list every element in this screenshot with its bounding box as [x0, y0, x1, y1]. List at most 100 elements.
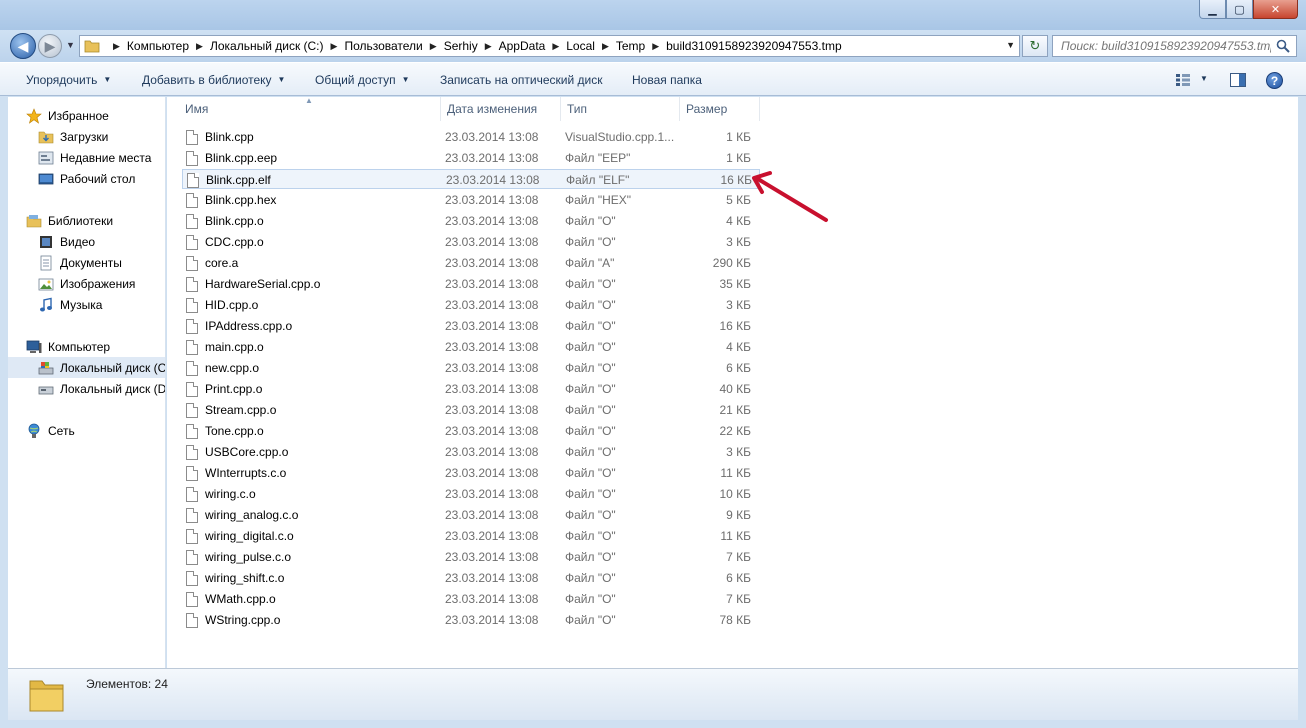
file-name: wiring_digital.c.o [205, 529, 294, 543]
file-row[interactable]: wiring_analog.c.o 23.03.2014 13:08 Файл "O… [182, 505, 760, 525]
file-name-cell: Print.cpp.o [186, 379, 436, 399]
breadcrumb-item[interactable]: Компьютер [127, 39, 189, 53]
minimize-button[interactable]: ▁ [1199, 0, 1226, 19]
file-row[interactable]: WString.cpp.o 23.03.2014 13:08 Файл "O" 78 … [182, 610, 760, 630]
file-size: 21 КБ [719, 403, 751, 417]
address-dropdown-icon[interactable]: ▼ [1006, 40, 1015, 50]
file-row[interactable]: wiring.c.o 23.03.2014 13:08 Файл "O" 10 КБ [182, 484, 760, 504]
file-name: wiring_pulse.c.o [205, 550, 292, 564]
file-date: 23.03.2014 13:08 [445, 361, 539, 375]
burn-button[interactable]: Записать на оптический диск [440, 63, 603, 96]
organize-button[interactable]: Упорядочить ▼ [26, 63, 111, 96]
breadcrumb-chevron-icon[interactable]: ▶ [196, 41, 203, 52]
file-row[interactable]: USBCore.cpp.o 23.03.2014 13:08 Файл "O" 3 К… [182, 442, 760, 462]
sidebar-item-recent-places[interactable]: Недавние места [8, 147, 165, 168]
file-row[interactable]: HID.cpp.o 23.03.2014 13:08 Файл "O" 3 КБ [182, 295, 760, 315]
file-row[interactable]: new.cpp.o 23.03.2014 13:08 Файл "O" 6 КБ [182, 358, 760, 378]
sidebar-item-documents[interactable]: Документы [8, 252, 165, 273]
sidebar-item-desktop[interactable]: Рабочий стол [8, 168, 165, 189]
breadcrumb-chevron-icon[interactable]: ▶ [113, 41, 120, 52]
file-name: wiring_shift.c.o [205, 571, 285, 585]
file-row[interactable]: IPAddress.cpp.o 23.03.2014 13:08 Файл "O" 1… [182, 316, 760, 336]
sidebar-item-pictures[interactable]: Изображения [8, 273, 165, 294]
sidebar-item-music[interactable]: Музыка [8, 294, 165, 315]
address-bar[interactable]: ▶ Компьютер ▶ Локальный диск (C:) ▶ Пользова… [79, 35, 1020, 57]
breadcrumb-item[interactable]: AppData [499, 39, 546, 53]
breadcrumb-item[interactable]: Пользователи [344, 39, 422, 53]
file-row[interactable]: Print.cpp.o 23.03.2014 13:08 Файл "O" 40 КБ [182, 379, 760, 399]
forward-button[interactable]: ▶ [38, 34, 62, 58]
preview-pane-icon[interactable] [1230, 73, 1246, 87]
computer-icon [26, 340, 42, 353]
file-row[interactable]: CDC.cpp.o 23.03.2014 13:08 Файл "O" 3 КБ [182, 232, 760, 252]
column-header-size[interactable]: Размер [680, 97, 760, 121]
breadcrumb-chevron-icon[interactable]: ▶ [485, 41, 492, 52]
file-date: 23.03.2014 13:08 [445, 382, 539, 396]
column-header-type[interactable]: Тип [561, 97, 680, 121]
sidebar-group-favorites[interactable]: Избранное [8, 105, 165, 126]
add-to-library-button[interactable]: Добавить в библиотеку ▼ [142, 63, 285, 96]
breadcrumb-chevron-icon[interactable]: ▶ [331, 41, 338, 52]
breadcrumb-chevron-icon[interactable]: ▶ [602, 41, 609, 52]
breadcrumb-chevron-icon[interactable]: ▶ [430, 41, 437, 52]
sidebar-group-network[interactable]: Сеть [8, 420, 165, 441]
help-icon[interactable]: ? [1266, 72, 1283, 89]
sidebar-item-label: Недавние места [60, 150, 152, 165]
downloads-folder-icon [38, 131, 54, 143]
file-date: 23.03.2014 13:08 [445, 508, 539, 522]
file-row[interactable]: wiring_digital.c.o 23.03.2014 13:08 Файл "… [182, 526, 760, 546]
sidebar-item-video[interactable]: Видео [8, 231, 165, 252]
share-label: Общий доступ [315, 72, 396, 87]
maximize-button[interactable]: ▢ [1226, 0, 1253, 19]
file-row[interactable]: main.cpp.o 23.03.2014 13:08 Файл "O" 4 КБ [182, 337, 760, 357]
file-icon [186, 591, 198, 607]
file-row[interactable]: Stream.cpp.o 23.03.2014 13:08 Файл "O" 21 К… [182, 400, 760, 420]
file-row[interactable]: Blink.cpp.hex 23.03.2014 13:08 Файл "HEX" 5… [182, 190, 760, 210]
sidebar-item-local-disk-d[interactable]: Локальный диск (D [8, 378, 165, 399]
burn-label: Записать на оптический диск [440, 72, 603, 87]
file-row[interactable]: Blink.cpp.elf 23.03.2014 13:08 Файл "ELF" 1… [182, 169, 760, 189]
file-row[interactable]: wiring_pulse.c.o 23.03.2014 13:08 Файл "O"… [182, 547, 760, 567]
file-row[interactable]: core.a 23.03.2014 13:08 Файл "A" 290 КБ [182, 253, 760, 273]
sidebar-item-local-disk-c[interactable]: Локальный диск (C [8, 357, 165, 378]
breadcrumb-chevron-icon[interactable]: ▶ [652, 41, 659, 52]
star-icon [26, 107, 42, 124]
breadcrumb-item[interactable]: Serhiy [444, 39, 478, 53]
recent-pages-chevron-icon[interactable]: ▼ [66, 40, 75, 50]
file-date: 23.03.2014 13:08 [445, 319, 539, 333]
view-options-icon[interactable] [1175, 73, 1191, 87]
file-row[interactable]: Blink.cpp.o 23.03.2014 13:08 Файл "O" 4 КБ [182, 211, 760, 231]
breadcrumb-item[interactable]: Temp [616, 39, 645, 53]
file-row[interactable]: HardwareSerial.cpp.o 23.03.2014 13:08 Файл… [182, 274, 760, 294]
new-folder-button[interactable]: Новая папка [632, 63, 702, 96]
search-input[interactable] [1061, 39, 1271, 53]
search-icon[interactable] [1276, 39, 1290, 53]
breadcrumb-item[interactable]: build3109158923920947553.tmp [666, 39, 842, 53]
view-dropdown-icon[interactable]: ▼ [1200, 74, 1208, 83]
file-icon [186, 339, 198, 355]
back-button[interactable]: ◀ [10, 33, 36, 59]
file-size: 6 КБ [726, 571, 751, 585]
file-row[interactable]: wiring_shift.c.o 23.03.2014 13:08 Файл "O"… [182, 568, 760, 588]
file-row[interactable]: Tone.cpp.o 23.03.2014 13:08 Файл "O" 22 КБ [182, 421, 760, 441]
file-name: wiring.c.o [205, 487, 256, 501]
documents-icon [40, 255, 52, 270]
share-button[interactable]: Общий доступ ▼ [315, 63, 410, 96]
breadcrumb-chevron-icon[interactable]: ▶ [552, 41, 559, 52]
sidebar-group-computer[interactable]: Компьютер [8, 336, 165, 357]
breadcrumb-item[interactable]: Local [566, 39, 595, 53]
file-row[interactable]: WMath.cpp.o 23.03.2014 13:08 Файл "O" 7 КБ [182, 589, 760, 609]
file-row[interactable]: WInterrupts.c.o 23.03.2014 13:08 Файл "O" 1… [182, 463, 760, 483]
file-size: 11 КБ [720, 466, 751, 480]
column-header-date[interactable]: Дата изменения [441, 97, 561, 121]
sidebar-item-downloads[interactable]: Загрузки [8, 126, 165, 147]
sidebar-item-label: Документы [60, 255, 122, 270]
file-row[interactable]: Blink.cpp.eep 23.03.2014 13:08 Файл "EEP" 1… [182, 148, 760, 168]
file-icon [186, 612, 198, 628]
sidebar-group-libraries[interactable]: Библиотеки [8, 210, 165, 231]
breadcrumb-item[interactable]: Локальный диск (C:) [210, 39, 324, 53]
refresh-button[interactable]: ↻ [1022, 35, 1048, 57]
file-row[interactable]: Blink.cpp 23.03.2014 13:08 VisualStudio.cp… [182, 127, 760, 147]
close-button[interactable]: ✕ [1253, 0, 1298, 19]
search-box[interactable] [1052, 35, 1297, 57]
